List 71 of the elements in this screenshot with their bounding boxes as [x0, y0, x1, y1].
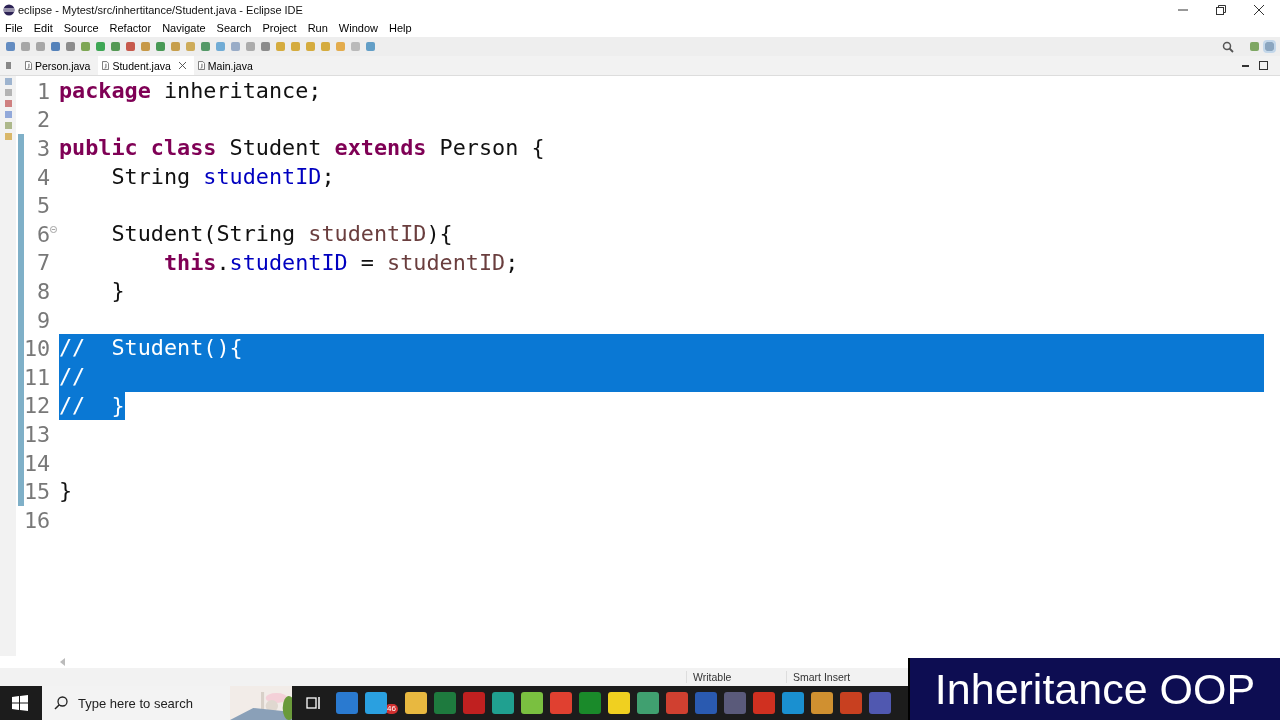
line-number: 4 — [35, 164, 50, 190]
editor-tab[interactable]: Student.java — [98, 56, 194, 75]
code-line: } — [110, 277, 125, 306]
tab-label: Person.java — [35, 59, 91, 72]
menu-item[interactable]: Run — [307, 22, 328, 34]
line-number: 14 — [24, 450, 50, 476]
java-file-icon — [197, 61, 205, 70]
perspective-icon[interactable] — [1250, 42, 1259, 51]
close-icon[interactable] — [1254, 4, 1264, 15]
line-number: 9 — [35, 307, 50, 333]
editor-tab[interactable]: Main.java — [193, 56, 261, 75]
menu-item[interactable]: Refactor — [109, 22, 152, 34]
menu-item[interactable]: Window — [338, 22, 378, 34]
tab-label: Main.java — [207, 59, 253, 72]
search-icon[interactable] — [1222, 40, 1234, 53]
maximize-icon[interactable] — [1259, 61, 1268, 70]
line-number: 7 — [35, 250, 50, 276]
windows-start-icon[interactable] — [12, 695, 28, 711]
video-caption: Inheritance OOP — [908, 658, 1280, 720]
line-number: 15 — [24, 479, 50, 505]
fold-icon[interactable] — [50, 225, 57, 233]
line-number: 8 — [35, 278, 50, 304]
code-line: Student(String studentID){ — [110, 219, 453, 248]
status-field: Writable — [686, 671, 786, 683]
editor-tab[interactable]: Person.java — [21, 56, 99, 75]
line-number: 2 — [35, 107, 50, 133]
taskbar-app-icon[interactable] — [781, 692, 804, 714]
tab-label: Student.java — [112, 59, 171, 72]
code-line: // — [59, 362, 86, 391]
menu-item[interactable]: File — [5, 22, 23, 34]
taskbar-app-icon[interactable] — [636, 692, 659, 714]
taskbar-app-icon[interactable] — [607, 692, 630, 714]
code-line: } — [59, 477, 73, 506]
java-file-icon — [102, 61, 110, 70]
line-number: 12 — [24, 393, 50, 419]
code-line: String studentID; — [110, 162, 335, 191]
code-line: public class Student extends Person { — [59, 134, 545, 163]
code-line: this.studentID = studentID; — [162, 248, 519, 277]
line-number: 5 — [35, 193, 50, 219]
taskbar-app-icon[interactable] — [404, 692, 427, 714]
close-icon[interactable] — [178, 62, 186, 69]
taskbar-app-icon[interactable] — [491, 692, 514, 714]
search-input[interactable]: Type here to search — [76, 694, 230, 712]
java-perspective-icon[interactable] — [1265, 42, 1274, 51]
code-line: // Student(){ — [59, 334, 243, 363]
line-number: 6 — [35, 221, 50, 247]
menu-item[interactable]: Edit — [33, 22, 53, 34]
status-field: Smart Insert — [786, 671, 886, 683]
menu-item[interactable]: Search — [216, 22, 252, 34]
line-number: 16 — [24, 507, 50, 533]
code-line: package inheritance; — [59, 77, 322, 105]
taskbar-app-icon[interactable] — [520, 692, 543, 714]
menu-item[interactable]: Source — [63, 22, 99, 34]
minimize-icon[interactable] — [1242, 64, 1249, 67]
menu-item[interactable]: Navigate — [162, 22, 206, 34]
task-view-icon[interactable] — [306, 696, 322, 710]
search-icon — [54, 696, 68, 710]
window-title: eclipse - Mytest/src/inhertitance/Student.java - Eclipse IDE — [18, 3, 303, 16]
restore-icon[interactable] — [1216, 4, 1226, 15]
menu-item[interactable]: Help — [389, 22, 412, 34]
menu-item[interactable]: Project — [262, 22, 297, 34]
taskbar-search-field[interactable]: Type here to search — [42, 686, 292, 720]
line-number: 1 — [35, 78, 50, 104]
line-number: 10 — [24, 336, 50, 362]
line-number: 11 — [24, 364, 50, 390]
eclipse-logo-icon — [3, 3, 15, 16]
java-file-icon — [25, 61, 32, 70]
notification-badge: 46 — [385, 704, 398, 714]
line-number: 13 — [24, 421, 50, 447]
line-number: 3 — [35, 136, 50, 161]
taskbar-app-icon[interactable] — [810, 692, 833, 714]
